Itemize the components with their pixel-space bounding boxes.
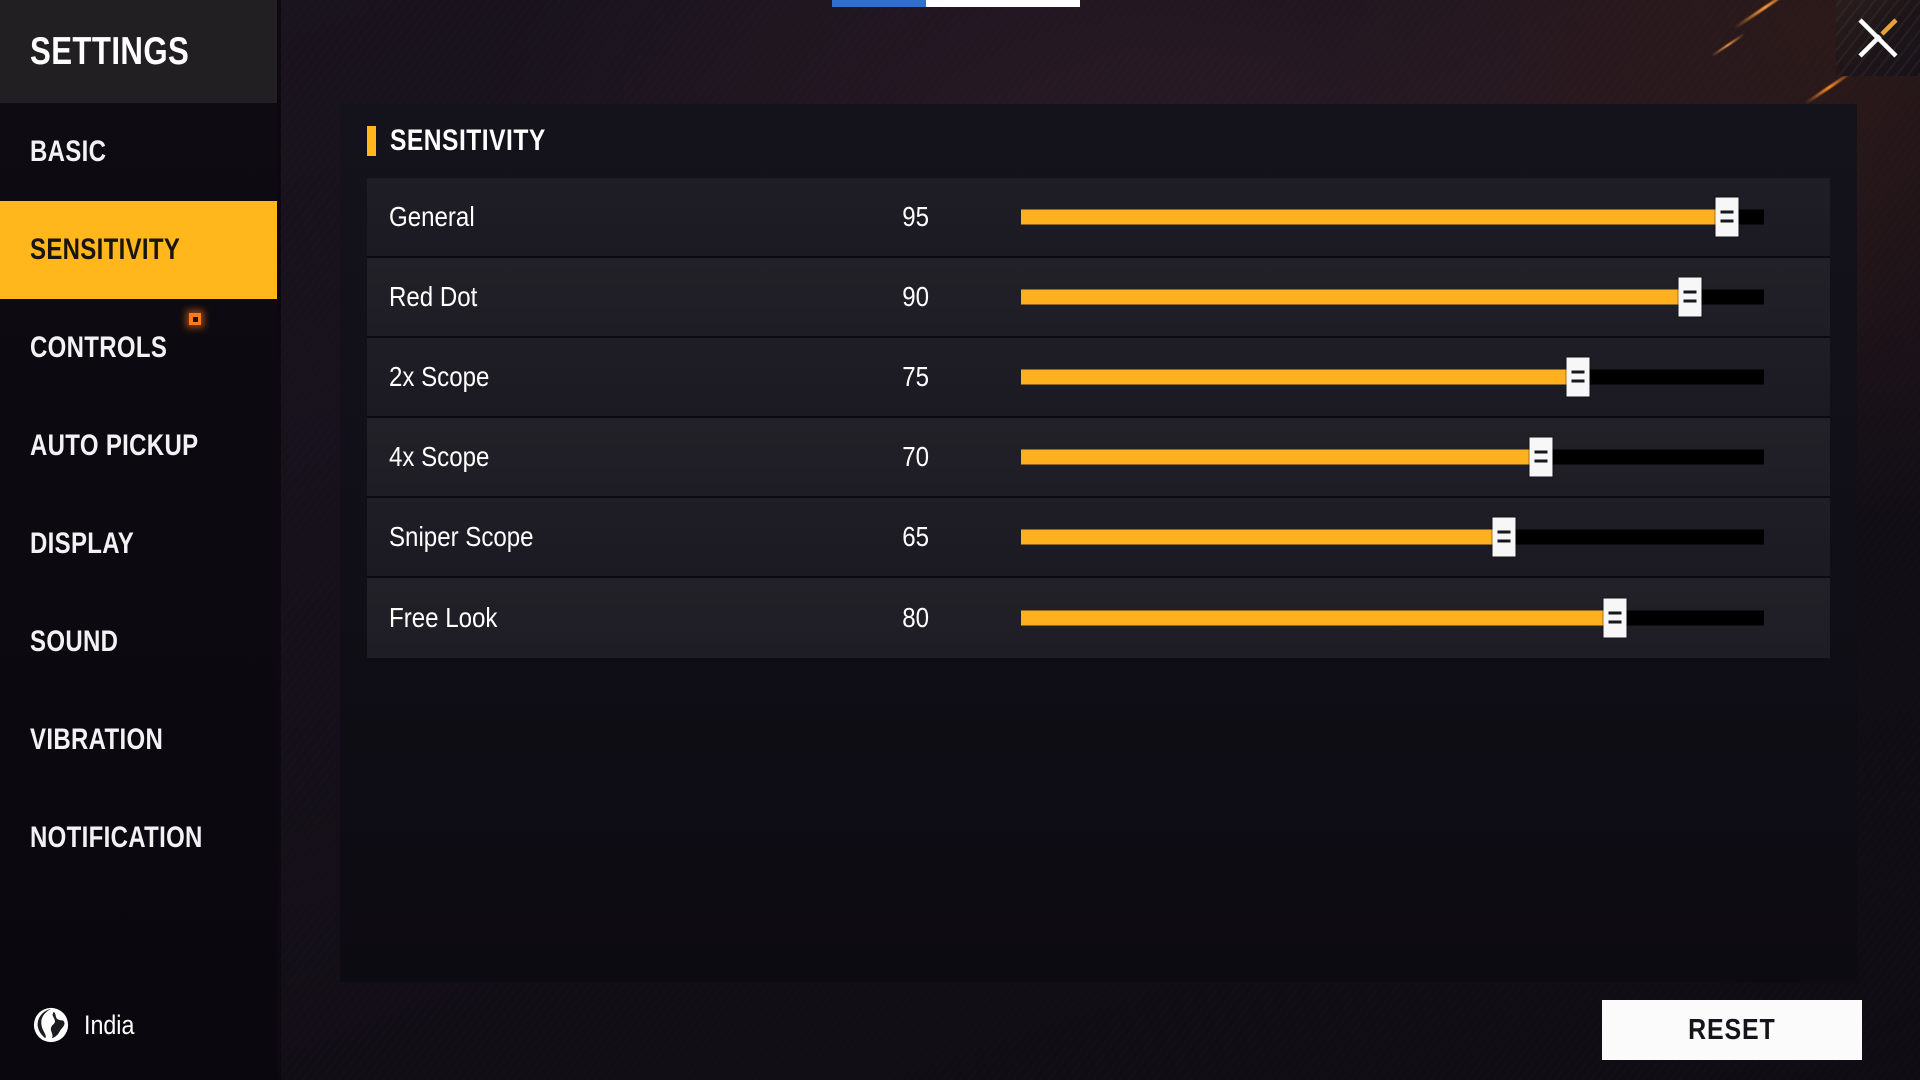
slider-thumb[interactable]: [1715, 197, 1739, 237]
sidebar-item-display[interactable]: DISPLAY: [0, 495, 277, 593]
sidebar-item-basic[interactable]: BASIC: [0, 103, 277, 201]
slider-thumb[interactable]: [1603, 598, 1627, 638]
content-panel: SENSITIVITY General 95 Red Dot 90 2x Scope 75…: [340, 104, 1857, 982]
top-progress-bar: [832, 0, 1080, 7]
sidebar-item-controls[interactable]: CONTROLS: [0, 299, 277, 397]
sensitivity-row: Sniper Scope 65: [367, 498, 1830, 578]
sidebar-divider: [277, 0, 281, 1080]
slider-thumb-grip: [1571, 379, 1585, 383]
slider-thumb-grip: [1720, 219, 1734, 223]
sidebar-item-label: VIBRATION: [30, 723, 164, 756]
sensitivity-row: 4x Scope 70: [367, 418, 1830, 498]
sidebar-item-label: NOTIFICATION: [30, 821, 203, 854]
sensitivity-row: 2x Scope 75: [367, 338, 1830, 418]
slider-fill: [1021, 529, 1504, 545]
slider-thumb-grip: [1608, 611, 1622, 615]
sensitivity-row-label: Free Look: [389, 602, 498, 633]
slider-thumb[interactable]: [1678, 277, 1702, 317]
sensitivity-row-label: Red Dot: [389, 281, 478, 312]
sensitivity-row: General 95: [367, 178, 1830, 258]
slider-thumb-grip: [1497, 539, 1511, 543]
slider-thumb[interactable]: [1529, 437, 1553, 477]
sensitivity-row: Red Dot 90: [367, 258, 1830, 338]
sidebar-item-sound[interactable]: SOUND: [0, 593, 277, 691]
slider-thumb[interactable]: [1492, 517, 1516, 557]
sensitivity-slider[interactable]: [1021, 497, 1764, 577]
sidebar-item-label: CONTROLS: [30, 331, 168, 364]
sensitivity-row-label: Sniper Scope: [389, 521, 534, 552]
sensitivity-row-label: 2x Scope: [389, 361, 490, 392]
sensitivity-slider[interactable]: [1021, 417, 1764, 497]
language-selector[interactable]: India: [0, 970, 277, 1080]
sensitivity-row-value: 80: [902, 602, 929, 633]
sensitivity-slider[interactable]: [1021, 578, 1764, 658]
sidebar-nav: BASIC SENSITIVITY CONTROLS AUTO PICKUP DISPL…: [0, 103, 277, 863]
top-progress-fill: [832, 0, 927, 7]
sidebar-item-vibration[interactable]: VIBRATION: [0, 691, 277, 789]
sidebar-item-label: SOUND: [30, 625, 119, 658]
reset-button[interactable]: RESET: [1602, 1000, 1862, 1060]
sensitivity-row-value: 65: [902, 521, 929, 552]
slider-fill: [1021, 610, 1616, 626]
sensitivity-slider[interactable]: [1021, 337, 1764, 417]
slider-thumb-grip: [1720, 210, 1734, 214]
decorative-streak: [1710, 32, 1746, 58]
slider-thumb-grip: [1534, 459, 1548, 463]
sidebar: SETTINGS BASIC SENSITIVITY CONTROLS AUTO PI…: [0, 0, 277, 1080]
sidebar-item-label: BASIC: [30, 135, 107, 168]
sensitivity-row-value: 95: [902, 201, 929, 232]
sensitivity-row-label: General: [389, 201, 475, 232]
slider-thumb-grip: [1683, 299, 1697, 303]
reset-button-label: RESET: [1688, 1013, 1776, 1046]
sidebar-item-label: SENSITIVITY: [30, 233, 181, 266]
slider-thumb-grip: [1571, 370, 1585, 374]
sidebar-header: SETTINGS: [0, 0, 277, 103]
section-header: SENSITIVITY: [340, 104, 1857, 178]
slider-fill: [1021, 289, 1690, 305]
close-button[interactable]: [1836, 0, 1920, 76]
settings-screen: SETTINGS BASIC SENSITIVITY CONTROLS AUTO PI…: [0, 0, 1920, 1080]
slider-thumb-grip: [1608, 620, 1622, 624]
sidebar-item-auto-pickup[interactable]: AUTO PICKUP: [0, 397, 277, 495]
decorative-streak: [1733, 0, 1797, 30]
slider-thumb-grip: [1497, 530, 1511, 534]
language-label: India: [84, 1009, 135, 1040]
notification-badge-icon: [189, 313, 201, 325]
sensitivity-slider[interactable]: [1021, 257, 1764, 337]
sensitivity-row-value: 90: [902, 281, 929, 312]
slider-fill: [1021, 369, 1579, 385]
globe-icon: [33, 1007, 69, 1043]
sidebar-item-sensitivity[interactable]: SENSITIVITY: [0, 201, 277, 299]
slider-fill: [1021, 209, 1727, 225]
sidebar-item-notification[interactable]: NOTIFICATION: [0, 789, 277, 863]
section-title: SENSITIVITY: [390, 124, 546, 157]
close-x-icon: [1858, 18, 1898, 58]
sidebar-item-label: AUTO PICKUP: [30, 429, 199, 462]
slider-thumb[interactable]: [1566, 357, 1590, 397]
sensitivity-row: Free Look 80: [367, 578, 1830, 658]
page-title: SETTINGS: [30, 29, 190, 73]
slider-thumb-grip: [1683, 290, 1697, 294]
sensitivity-row-value: 70: [902, 441, 929, 472]
section-accent-bar: [367, 126, 376, 156]
slider-thumb-grip: [1534, 450, 1548, 454]
sensitivity-slider[interactable]: [1021, 177, 1764, 257]
sensitivity-row-value: 75: [902, 361, 929, 392]
sensitivity-row-list: General 95 Red Dot 90 2x Scope 75 4x Scope 70 Sn…: [367, 178, 1830, 658]
sidebar-item-label: DISPLAY: [30, 527, 135, 560]
slider-fill: [1021, 449, 1542, 465]
sensitivity-row-label: 4x Scope: [389, 441, 490, 472]
